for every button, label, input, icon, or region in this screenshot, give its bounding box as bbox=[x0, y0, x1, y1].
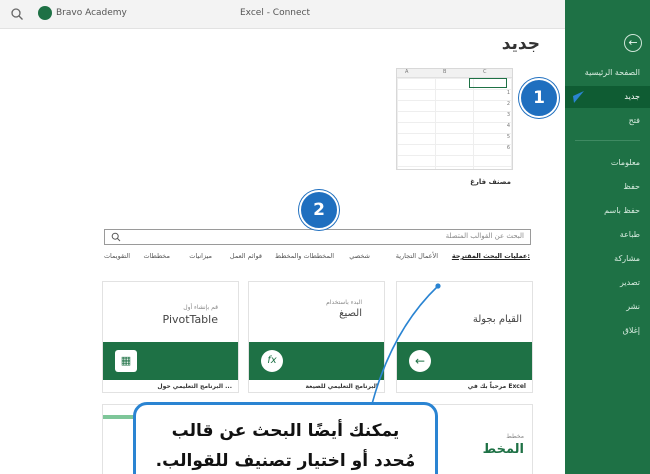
badge-pointer-arrow bbox=[573, 91, 584, 103]
callout-line-1: يمكنك أيضًا البحث عن قالب bbox=[171, 421, 400, 441]
callout-pointer-dot bbox=[435, 283, 441, 289]
callout-pointer-line bbox=[371, 285, 439, 405]
excel-backstage-screenshot: Bravo Academy Excel - Connect ← الصفحة ا… bbox=[0, 0, 650, 474]
callout-bubble: يمكنك أيضًا البحث عن قالب مُحدد أو اختيا… bbox=[133, 402, 438, 474]
callout-line-2: مُحدد أو اختيار تصنيف للقوالب. bbox=[155, 451, 416, 471]
step-badge-2: 2 bbox=[299, 190, 339, 230]
step-badge-1: 1 bbox=[519, 78, 559, 118]
